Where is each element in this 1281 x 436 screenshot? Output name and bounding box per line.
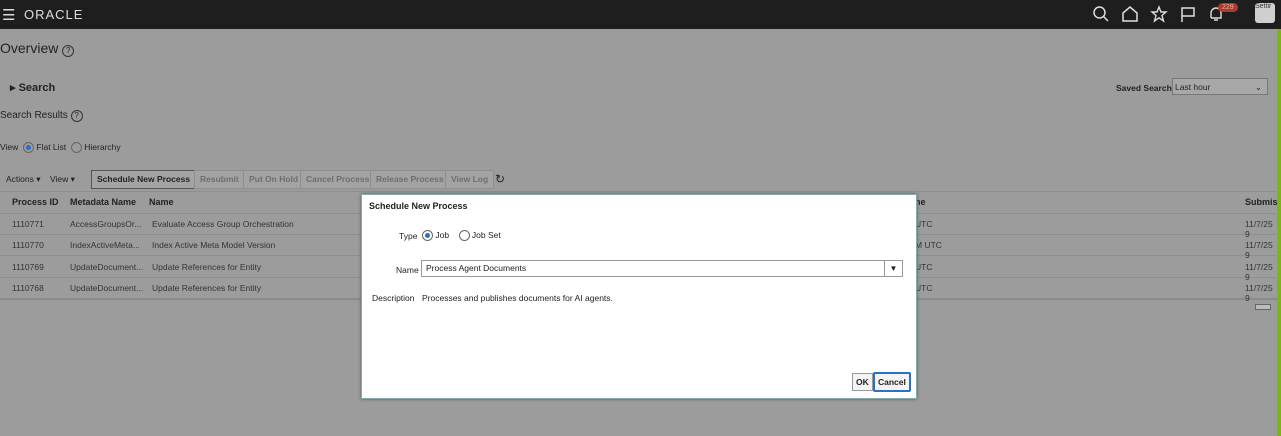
refresh-icon[interactable]: ↻	[495, 172, 505, 186]
job-set-label: Job Set	[471, 230, 501, 240]
flat-list-label: Flat List	[36, 142, 67, 152]
description-value: Processes and publishes documents for AI…	[422, 293, 613, 303]
scrollbar-edge	[1277, 29, 1281, 436]
page-title: Overview ?	[0, 40, 75, 57]
scroll-handle[interactable]	[1255, 304, 1271, 310]
chevron-down-icon: ⌄	[1254, 82, 1262, 92]
view-mode: View Flat List Hierarchy	[0, 142, 121, 154]
name-label: Name	[396, 265, 419, 275]
cell-time: UTC	[915, 283, 933, 293]
cell-meta: UpdateDocument...	[70, 283, 144, 293]
cell-submitted: 11/7/25 9	[1245, 283, 1273, 303]
cell-time: UTC	[915, 262, 933, 272]
cell-time: UTC	[915, 219, 933, 229]
cell-meta: UpdateDocument...	[70, 262, 144, 272]
menu-icon[interactable]: ☰	[2, 6, 15, 24]
view-log-button[interactable]: View Log	[445, 170, 495, 189]
saved-search-label: Saved Search	[1116, 83, 1172, 93]
help-icon[interactable]: ?	[62, 45, 75, 57]
release-process-button[interactable]: Release Process	[370, 170, 450, 189]
cell-id: 1110770	[12, 240, 44, 250]
job-set-radio[interactable]	[458, 230, 470, 242]
search-icon[interactable]	[1092, 5, 1110, 23]
cell-name: Update References for Entity	[152, 283, 262, 293]
type-options: Job Job Set	[422, 230, 501, 242]
dropdown-arrow-icon[interactable]: ▼	[884, 261, 902, 276]
cell-id: 1110771	[12, 219, 44, 229]
saved-search-value: Last hour	[1175, 82, 1211, 92]
col-name[interactable]: Name	[149, 197, 174, 207]
results-label: Search Results	[0, 110, 68, 121]
flag-icon[interactable]	[1179, 5, 1197, 23]
dialog-title: Schedule New Process	[369, 201, 468, 211]
cancel-process-button[interactable]: Cancel Process	[300, 170, 376, 189]
search-label: Search	[18, 82, 56, 94]
view-menu[interactable]: View ▾	[50, 174, 75, 185]
type-label: Type	[399, 231, 418, 241]
top-bar: ☰ ORACLE 229 Settir	[0, 0, 1281, 29]
ok-button[interactable]: OK	[852, 373, 873, 391]
col-process-id[interactable]: Process ID	[12, 197, 59, 207]
cell-name: Update References for Entity	[152, 262, 262, 272]
job-label: Job	[435, 230, 450, 240]
oracle-logo[interactable]: ORACLE	[24, 7, 83, 22]
name-value: Process Agent Documents	[426, 263, 527, 273]
resubmit-button[interactable]: Resubmit	[194, 170, 245, 189]
saved-search-select[interactable]: Last hour ⌄	[1172, 78, 1268, 95]
notification-badge: 229	[1218, 3, 1238, 12]
avatar[interactable]: Settir	[1255, 3, 1275, 23]
cell-meta: IndexActiveMeta...	[70, 240, 140, 250]
hierarchy-label: Hierarchy	[84, 142, 121, 152]
cell-id: 1110769	[12, 262, 44, 272]
page-title-text: Overview	[0, 40, 59, 56]
view-menu-label: View	[50, 174, 69, 184]
help-icon[interactable]: ?	[70, 110, 83, 122]
star-icon[interactable]	[1150, 5, 1168, 23]
name-select[interactable]: Process Agent Documents ▼	[421, 260, 903, 277]
actions-menu[interactable]: Actions ▾	[6, 174, 41, 185]
flat-list-radio[interactable]	[23, 142, 35, 154]
col-submitted[interactable]: Submis	[1245, 197, 1278, 207]
cell-name: Evaluate Access Group Orchestration	[152, 219, 294, 229]
actions-label: Actions	[6, 174, 34, 184]
search-results-heading: Search Results ?	[0, 110, 83, 122]
job-radio[interactable]	[422, 230, 433, 242]
search-toggle[interactable]: ▸ Search	[10, 81, 55, 94]
col-metadata-name[interactable]: Metadata Name	[70, 197, 136, 207]
cell-time: M UTC	[915, 240, 942, 250]
cancel-button[interactable]: Cancel	[873, 372, 911, 392]
cell-id: 1110768	[12, 283, 44, 293]
home-icon[interactable]	[1121, 5, 1139, 23]
schedule-new-process-button[interactable]: Schedule New Process	[91, 170, 197, 189]
description-label: Description	[372, 293, 415, 303]
cell-meta: AccessGroupsOr...	[70, 219, 142, 229]
put-on-hold-button[interactable]: Put On Hold	[243, 170, 305, 189]
view-label: View	[0, 142, 19, 152]
hierarchy-radio[interactable]	[70, 142, 82, 154]
cell-name: Index Active Meta Model Version	[152, 240, 276, 250]
schedule-new-process-dialog: Schedule New Process Type Job Job Set Na…	[361, 194, 917, 399]
